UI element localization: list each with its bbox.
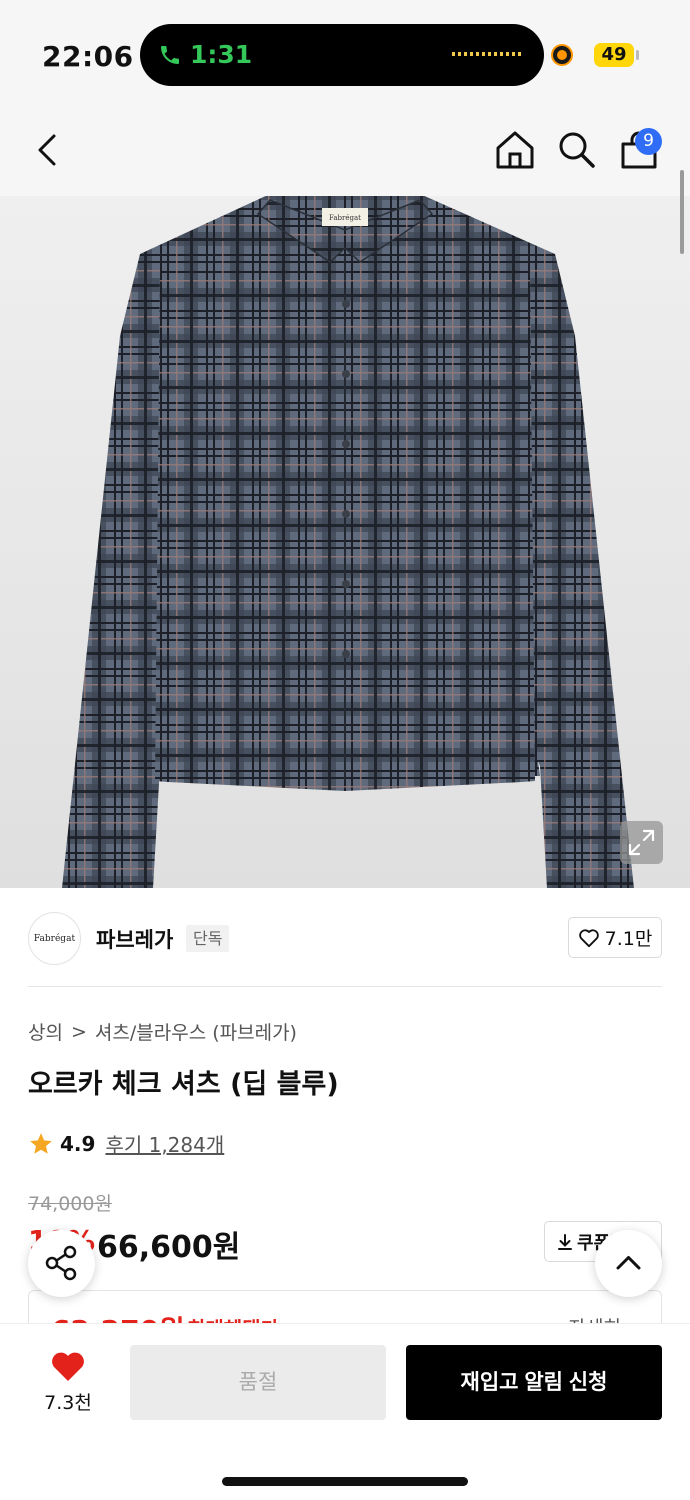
product-title: 오르카 체크 셔츠 (딥 블루) [28,1069,339,1100]
reviews-link[interactable]: 후기 1,284개 [105,1129,224,1158]
expand-arrows-icon [628,829,655,856]
brand-like-button[interactable]: 7.1만 [568,917,662,958]
divider [28,986,662,987]
brand-like-count: 7.1만 [604,928,653,950]
battery-level: 49 [594,43,634,67]
top-nav [0,110,690,196]
rating-score: 4.9 [60,1131,96,1156]
back-arrow-icon[interactable] [27,128,71,172]
rating-row: 4.9 후기 1,284개 [28,1129,224,1158]
brand-name[interactable]: 파브레가 [96,924,173,954]
shirt-image: Fabrégat [61,196,634,888]
soldout-button[interactable]: 품절 [130,1345,386,1420]
status-time: 22:06 [42,40,134,73]
breadcrumb-category[interactable]: 상의 [28,1018,63,1045]
audio-waveform-icon [452,52,522,56]
share-icon [45,1245,77,1281]
page-scrollbar[interactable] [680,170,684,254]
breadcrumb-subcategory[interactable]: 셔츠/블라우스 (파브레가) [95,1018,297,1045]
brand-logo[interactable]: Fabrégat [28,912,81,965]
heart-filled-icon[interactable] [50,1349,86,1383]
battery-nub-icon [636,50,639,60]
heart-outline-icon [578,928,599,947]
chevron-up-icon [616,1256,641,1270]
product-image[interactable]: Fabrégat [0,196,690,888]
home-indicator[interactable] [222,1477,468,1486]
breadcrumb-separator: > [70,1020,87,1043]
original-price: 74,000원 [28,1193,112,1215]
expand-image-button[interactable] [620,821,663,864]
status-bar: 22:06 1:31 49 [0,0,690,110]
share-button[interactable] [28,1230,95,1297]
sale-price: 66,600원 [97,1230,241,1265]
exclusive-badge: 단독 [186,925,230,952]
dynamic-island[interactable]: 1:31 [140,24,544,86]
wish-count: 7.3천 [44,1392,92,1414]
star-icon [30,1132,52,1154]
mic-indicator-icon [553,46,571,64]
restock-alert-button[interactable]: 재입고 알림 신청 [406,1345,662,1420]
breadcrumb: 상의 > 셔츠/블라우스 (파브레가) [28,1018,297,1045]
home-icon[interactable] [493,128,537,172]
phone-icon [161,45,179,64]
cart-count-badge: 9 [635,128,662,155]
download-icon [558,1233,572,1250]
scroll-top-button[interactable] [595,1230,662,1297]
search-icon[interactable] [555,128,599,172]
shirt-label: Fabrégat [329,214,361,222]
call-timer: 1:31 [190,40,253,69]
